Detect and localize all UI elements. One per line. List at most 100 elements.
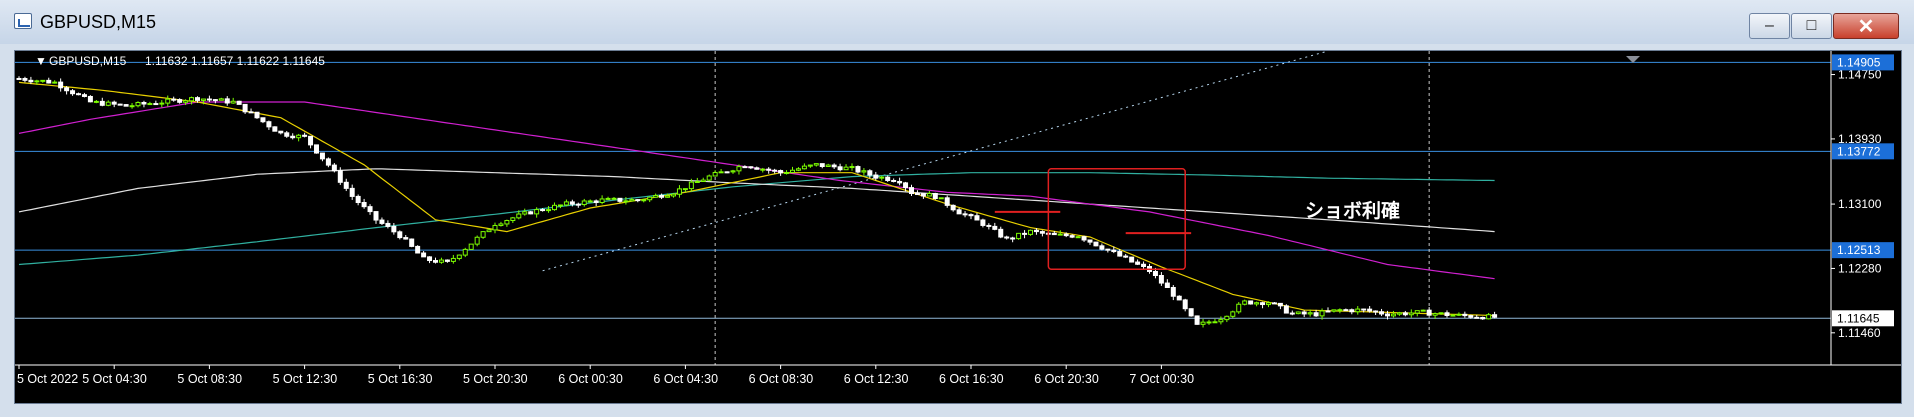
time-label: 7 Oct 00:30	[1129, 372, 1194, 386]
candle-body	[177, 99, 183, 103]
candle-body	[361, 202, 367, 208]
candle-body	[296, 134, 302, 139]
candle-body	[712, 172, 718, 177]
candle-body	[784, 172, 790, 175]
candle-body	[534, 209, 540, 215]
candle-body	[1337, 309, 1343, 312]
candle-body	[1218, 319, 1224, 323]
candle-body	[1426, 309, 1432, 316]
candle-body	[914, 193, 920, 196]
candle-body	[349, 187, 355, 197]
candle-body	[1051, 232, 1057, 236]
ma-short	[18, 81, 1495, 317]
candle-body	[1022, 232, 1028, 235]
candle-body	[1117, 251, 1123, 257]
candle-body	[427, 256, 433, 262]
candle-body	[575, 203, 581, 206]
candle-body	[879, 176, 885, 179]
candle-body	[1444, 312, 1450, 316]
candle-body	[183, 100, 189, 103]
candle-body	[1069, 235, 1075, 238]
candle-body	[272, 126, 278, 132]
candle-body	[230, 100, 236, 104]
candle-body	[1093, 241, 1099, 247]
candle-body	[932, 193, 938, 199]
candle-body	[1135, 261, 1141, 265]
trendline	[542, 50, 1329, 272]
candle-body	[1414, 310, 1420, 314]
candle-body	[1200, 321, 1206, 325]
candlestick-chart[interactable]: ▼ GBPUSD,M15 1.11632 1.11657 1.11622 1.1…	[15, 50, 1901, 403]
candle-body	[421, 252, 427, 258]
candle-body	[1367, 308, 1373, 312]
candle-body	[1129, 256, 1135, 263]
candle-body	[391, 225, 397, 233]
candle-body	[671, 193, 676, 197]
candle-body	[938, 197, 944, 200]
close-button[interactable]: ✕	[1833, 13, 1899, 39]
candle-body	[1486, 314, 1492, 320]
candle-body	[456, 254, 462, 259]
candle-body	[676, 188, 682, 195]
candle-body	[206, 98, 212, 101]
minimize-button[interactable]: –	[1749, 13, 1790, 39]
candle-body	[242, 103, 248, 113]
annotation-box	[1047, 168, 1186, 270]
candle-body	[325, 158, 331, 166]
candle-body	[837, 166, 843, 171]
candle-body	[587, 200, 593, 203]
candle-body	[415, 245, 421, 254]
candle-body	[212, 99, 218, 102]
candle-body	[314, 144, 319, 154]
candle-body	[700, 179, 706, 183]
candle-body	[1396, 312, 1402, 315]
candle-body	[93, 100, 99, 103]
candle-body	[867, 170, 873, 176]
ma-long-white	[18, 168, 1495, 233]
time-label: 5 Oct 08:30	[177, 372, 242, 386]
price-label: 1.12280	[1838, 261, 1882, 275]
candle-body	[819, 163, 825, 167]
window-title: GBPUSD,M15	[40, 12, 157, 32]
time-axis[interactable]: 5 Oct 2022 5 Oct 04:30 5 Oct 08:30 5 Oct 12…	[17, 365, 1194, 386]
horizontal-lines	[15, 61, 1831, 319]
candle-body	[1105, 248, 1111, 251]
price-label: 1.11460	[1838, 326, 1881, 340]
chart-menu-icon[interactable]: ▼	[35, 54, 47, 68]
candle-body	[1325, 310, 1331, 313]
candle-body	[772, 169, 778, 172]
candle-body	[1355, 308, 1361, 313]
chart-area[interactable]: ▼ GBPUSD,M15 1.11632 1.11657 1.11622 1.1…	[14, 50, 1902, 404]
time-label: 6 Oct 12:30	[844, 372, 909, 386]
candle-body	[920, 193, 926, 197]
candle-body	[438, 259, 444, 263]
candle-body	[528, 211, 534, 215]
candle-body	[403, 237, 409, 240]
time-label: 5 Oct 2022	[17, 372, 78, 386]
candle-body	[682, 188, 688, 191]
candle-body	[974, 215, 980, 221]
price-label: 1.13100	[1838, 197, 1882, 211]
candle-body	[81, 94, 87, 97]
time-label: 5 Oct 04:30	[82, 372, 147, 386]
candle-body	[117, 103, 123, 106]
title-bar[interactable]: GBPUSD,M15 – □ ✕	[0, 0, 1914, 44]
candle-body	[1075, 236, 1081, 239]
price-marker-label: 1.11645	[1837, 311, 1880, 325]
candle-body	[76, 93, 81, 96]
candle-body	[659, 194, 665, 198]
candle-body	[1349, 309, 1355, 313]
candle-body	[1331, 309, 1337, 312]
ma-mid	[18, 101, 1495, 280]
candle-body	[343, 181, 349, 189]
maximize-button[interactable]: □	[1791, 13, 1832, 39]
candle-body	[492, 224, 498, 231]
candle-body	[849, 166, 855, 169]
candle-body	[468, 243, 474, 250]
candle-body	[861, 170, 867, 173]
price-axis[interactable]: 1.147501.139301.131001.122801.114601.149…	[1831, 54, 1894, 340]
candle-body	[748, 166, 754, 169]
annotation-box-layer	[994, 168, 1192, 270]
candle-body	[641, 199, 647, 202]
candle-body	[1319, 310, 1325, 317]
